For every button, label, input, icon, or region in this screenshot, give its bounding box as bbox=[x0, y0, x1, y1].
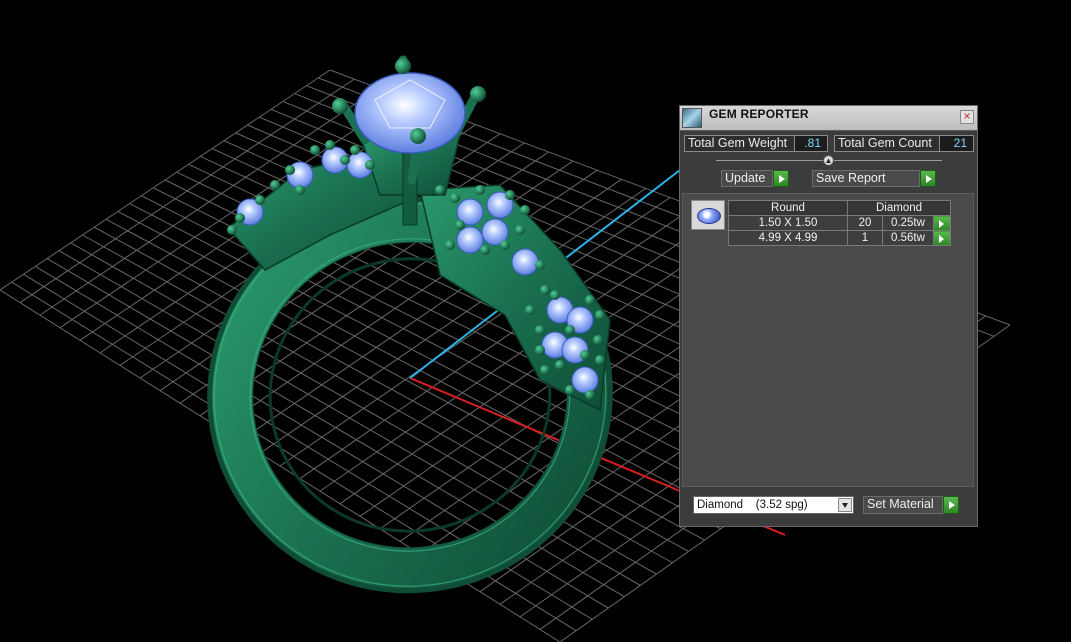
row-go-icon[interactable] bbox=[933, 230, 951, 246]
panel-title: GEM REPORTER bbox=[709, 107, 809, 121]
prong-bead bbox=[580, 350, 590, 360]
gem-weight-cell: 0.25tw bbox=[882, 215, 934, 231]
table-row[interactable]: 1.50 X 1.50 20 0.25tw bbox=[728, 215, 951, 231]
prong-bead bbox=[535, 325, 545, 335]
gem-size-cell: 1.50 X 1.50 bbox=[728, 215, 848, 231]
prong-bead bbox=[585, 295, 595, 305]
prong-bead bbox=[565, 325, 575, 335]
prong-bead bbox=[310, 145, 320, 155]
pave-gem bbox=[456, 226, 484, 254]
update-button[interactable]: Update bbox=[721, 170, 773, 187]
prong-bead bbox=[525, 305, 535, 315]
prong-bead bbox=[255, 195, 265, 205]
prong-bead bbox=[325, 140, 335, 150]
set-material-go-icon[interactable] bbox=[943, 496, 959, 514]
update-go-icon[interactable] bbox=[773, 170, 789, 187]
prong-bead bbox=[535, 345, 545, 355]
set-material-button[interactable]: Set Material bbox=[863, 496, 943, 514]
pave-gem bbox=[571, 366, 599, 394]
prong-bead bbox=[565, 385, 575, 395]
prong-bead bbox=[445, 240, 455, 250]
center-gem bbox=[354, 72, 466, 154]
save-report-go-icon[interactable] bbox=[920, 170, 936, 187]
prong-bead bbox=[540, 285, 550, 295]
prong-bead bbox=[595, 355, 605, 365]
diamond-gem-icon[interactable] bbox=[691, 200, 725, 230]
prong-bead bbox=[340, 155, 350, 165]
prong-bead bbox=[475, 185, 485, 195]
panel-titlebar[interactable]: GEM REPORTER × bbox=[680, 106, 977, 131]
gem-count-cell: 20 bbox=[847, 215, 883, 231]
prong-bead bbox=[555, 360, 565, 370]
material-select[interactable]: Diamond (3.52 spg) bbox=[693, 496, 854, 514]
gem-list-area: Round Diamond 1.50 X 1.50 20 0.25tw 4.99… bbox=[682, 193, 974, 487]
material-select-value: Diamond (3.52 spg) bbox=[697, 499, 808, 511]
gem-table: Round Diamond 1.50 X 1.50 20 0.25tw 4.99… bbox=[728, 200, 951, 246]
prong-bead bbox=[435, 185, 445, 195]
save-report-button[interactable]: Save Report bbox=[812, 170, 920, 187]
prong-bead bbox=[505, 190, 515, 200]
prong-bead bbox=[585, 390, 595, 400]
prong-bead bbox=[480, 245, 490, 255]
prong-bead bbox=[500, 240, 510, 250]
prong-bead bbox=[595, 310, 605, 320]
prong-bead bbox=[535, 260, 545, 270]
prong-bead bbox=[520, 205, 530, 215]
prong-bead bbox=[515, 225, 525, 235]
prong-bead bbox=[350, 145, 360, 155]
prong-bead bbox=[450, 193, 460, 203]
prong-bead bbox=[270, 180, 280, 190]
collapse-toggle-icon[interactable]: ▲ bbox=[823, 155, 834, 166]
close-button[interactable]: × bbox=[960, 110, 974, 124]
prong-bead bbox=[550, 290, 560, 300]
total-gem-count-value: 21 bbox=[939, 135, 974, 152]
gem-reporter-app-icon bbox=[682, 108, 702, 128]
prong-bead bbox=[455, 220, 465, 230]
prong-bead bbox=[365, 160, 375, 170]
gem-size-cell: 4.99 X 4.99 bbox=[728, 230, 848, 246]
prong-bead bbox=[227, 225, 237, 235]
table-header-shape: Round bbox=[728, 200, 848, 216]
prong-bead bbox=[540, 365, 550, 375]
row-go-icon[interactable] bbox=[933, 215, 951, 231]
ring-model bbox=[207, 55, 613, 594]
table-header-material: Diamond bbox=[847, 200, 951, 216]
pave-gem bbox=[511, 248, 539, 276]
prong-bead bbox=[295, 185, 305, 195]
prong-bead bbox=[235, 213, 245, 223]
gem-weight-cell: 0.56tw bbox=[882, 230, 934, 246]
total-gem-weight-value: .81 bbox=[794, 135, 828, 152]
gem-count-cell: 1 bbox=[847, 230, 883, 246]
chevron-down-icon[interactable] bbox=[838, 498, 852, 512]
gem-reporter-panel: GEM REPORTER × Total Gem Weight .81 Tota… bbox=[679, 105, 978, 527]
prong-bead bbox=[285, 165, 295, 175]
table-row[interactable]: 4.99 X 4.99 1 0.56tw bbox=[728, 230, 951, 246]
prong-bead bbox=[593, 335, 603, 345]
